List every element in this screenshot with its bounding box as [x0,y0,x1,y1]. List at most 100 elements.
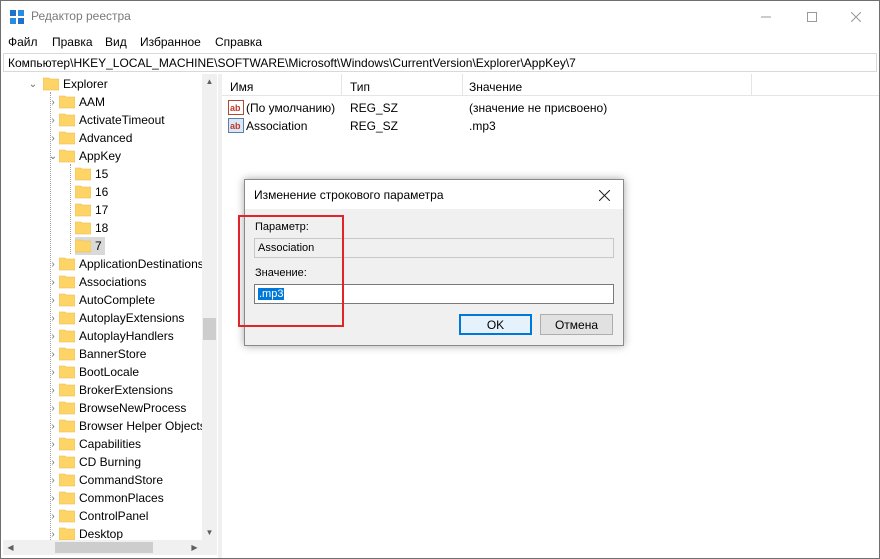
tree-item[interactable]: ⌄ AppKey [3,147,202,165]
chevron-right-icon[interactable]: › [47,275,59,289]
tree-item[interactable]: › BootLocale [3,363,202,381]
scroll-thumb[interactable] [203,318,216,340]
chevron-right-icon[interactable]: › [47,455,59,469]
chevron-right-icon[interactable]: › [47,401,59,415]
column-type[interactable]: Тип [350,80,370,94]
column-value[interactable]: Значение [469,80,522,94]
tree-item[interactable]: › AutoplayHandlers [3,327,202,345]
chevron-right-icon[interactable]: › [47,131,59,145]
chevron-right-icon[interactable]: › [47,113,59,127]
cancel-button[interactable]: Отмена [540,314,613,335]
table-row[interactable]: ab Association REG_SZ .mp3 [222,117,879,135]
tree-item[interactable]: › CommandStore [3,471,202,489]
tree-item[interactable]: › Browser Helper Objects [3,417,205,435]
folder-icon [75,221,91,235]
title-bar[interactable]: Редактор реестра [1,1,879,32]
tree-vertical-scrollbar[interactable]: ▲ ▼ [202,74,217,540]
tree-item[interactable]: › CommonPlaces [3,489,202,507]
tree-item-label: 16 [95,185,109,199]
folder-icon [75,185,91,199]
tree-item-explorer[interactable]: ⌄ Explorer [3,75,202,93]
registry-editor-window: Редактор реестра Файл Правка Вид Избранн… [0,0,880,559]
menu-help[interactable]: Справка [215,35,262,49]
chevron-down-icon[interactable]: ⌄ [47,149,59,163]
tree-item[interactable]: › BrokerExtensions [3,381,202,399]
chevron-right-icon[interactable]: › [47,419,59,433]
folder-icon [75,203,91,217]
tree-item[interactable]: › Advanced [3,129,202,147]
address-bar[interactable]: Компьютер\HKEY_LOCAL_MACHINE\SOFTWARE\Mi… [3,53,877,72]
tree-item-label: AutoplayHandlers [79,329,174,343]
chevron-down-icon[interactable]: ⌄ [27,77,39,91]
menu-file[interactable]: Файл [8,35,38,49]
tree-item-label: Desktop [79,527,124,541]
chevron-right-icon[interactable]: › [47,311,59,325]
column-name[interactable]: Имя [230,80,253,94]
column-divider[interactable] [462,74,463,96]
chevron-right-icon[interactable]: › [47,365,59,379]
chevron-right-icon[interactable]: › [47,95,59,109]
scroll-down-icon[interactable]: ▼ [202,525,217,540]
tree-item-label: ApplicationDestinations [79,257,204,271]
tree-item[interactable]: › BannerStore [3,345,202,363]
dialog-title-bar[interactable]: Изменение строкового параметра [245,180,623,209]
column-divider[interactable] [751,74,752,96]
tree-item[interactable]: › ControlPanel [3,507,202,525]
chevron-right-icon[interactable]: › [47,347,59,361]
tree-item[interactable]: 16 [3,183,202,201]
table-row[interactable]: ab (По умолчанию) REG_SZ (значение не пр… [222,99,879,117]
chevron-right-icon[interactable]: › [47,329,59,343]
tree-item[interactable]: › AutoplayExtensions [3,309,202,327]
tree-item[interactable]: › Associations [3,273,202,291]
chevron-right-icon[interactable]: › [47,383,59,397]
tree-item[interactable]: 15 [3,165,202,183]
menu-view[interactable]: Вид [105,35,127,49]
close-icon [598,189,610,201]
chevron-right-icon[interactable]: › [47,527,59,541]
close-button[interactable] [833,1,879,32]
tree-item-label: Browser Helper Objects [79,419,206,433]
dialog-close-button[interactable] [595,186,613,204]
folder-icon [59,257,75,271]
tree-item-label: CommandStore [79,473,164,487]
chevron-right-icon[interactable]: › [47,491,59,505]
scroll-right-icon[interactable]: ▶ [187,540,202,555]
tree-item[interactable]: › ActivateTimeout [3,111,202,129]
tree-item[interactable]: › ApplicationDestinations [3,255,204,273]
tree-item[interactable]: › CD Burning [3,453,202,471]
value-type: REG_SZ [350,119,399,133]
menu-edit[interactable]: Правка [52,35,93,49]
tree-horizontal-scrollbar[interactable]: ◀ ▶ [3,540,217,555]
address-path[interactable]: Компьютер\HKEY_LOCAL_MACHINE\SOFTWARE\Mi… [8,56,576,70]
maximize-button[interactable] [789,1,835,32]
tree-item[interactable]: 18 [3,219,202,237]
chevron-right-icon[interactable]: › [47,509,59,523]
value-name: Association [246,119,308,133]
chevron-right-icon[interactable]: › [47,257,59,271]
tree-item[interactable]: 17 [3,201,202,219]
scroll-left-icon[interactable]: ◀ [3,540,18,555]
scroll-up-icon[interactable]: ▲ [202,74,217,89]
column-divider[interactable] [341,74,342,96]
chevron-right-icon[interactable]: › [47,293,59,307]
tree-item[interactable]: › AAM [3,93,202,111]
tree-item[interactable]: 7 [3,237,202,255]
menu-favorites[interactable]: Избранное [140,35,201,49]
minimize-icon [761,16,771,17]
menu-bar: Файл Правка Вид Избранное Справка [1,32,879,52]
key-tree[interactable]: ⌄ Explorer › AAM › ActivateTimeout › Advanced… [3,74,217,558]
tree-item[interactable]: › AutoComplete [3,291,202,309]
folder-icon [59,293,75,307]
chevron-right-icon[interactable]: › [47,437,59,451]
tree-item[interactable]: › Capabilities [3,435,202,453]
string-value-icon: ab [228,100,244,115]
tree-item-label: ActivateTimeout [79,113,165,127]
chevron-right-icon[interactable]: › [47,473,59,487]
scroll-thumb-horizontal[interactable] [55,542,153,553]
ok-button[interactable]: OK [459,314,532,335]
tree-item[interactable]: › BrowseNewProcess [3,399,202,417]
dialog-title: Изменение строкового параметра [254,188,444,202]
regedit-app-icon [10,10,24,24]
value-type: REG_SZ [350,101,399,115]
minimize-button[interactable] [743,1,789,32]
